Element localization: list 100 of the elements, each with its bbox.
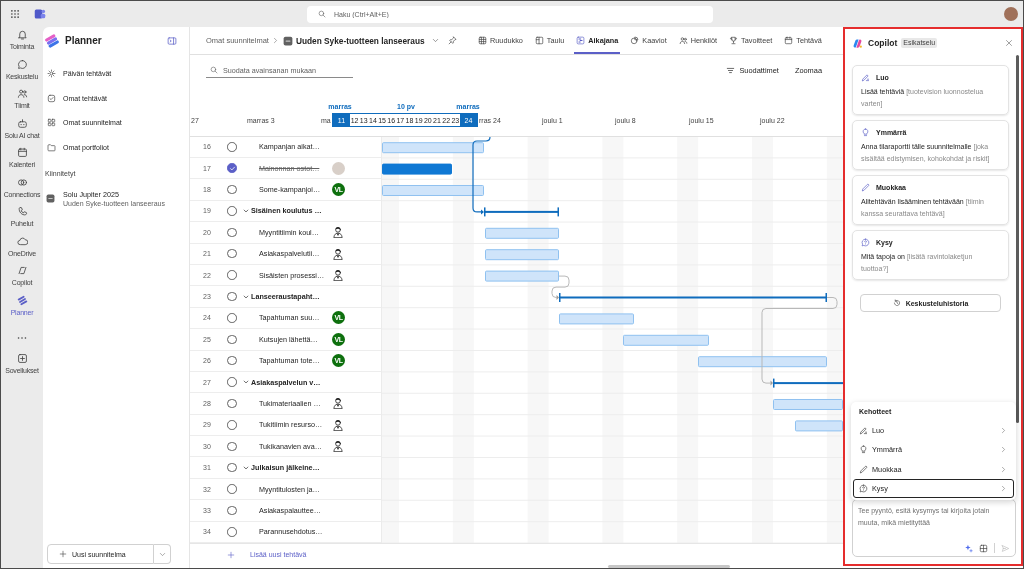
pin-icon[interactable]: [447, 36, 457, 45]
people-icon: [16, 88, 28, 99]
task-checkbox[interactable]: [227, 184, 237, 195]
task-checkbox[interactable]: [227, 163, 237, 173]
task-checkbox[interactable]: [227, 527, 237, 537]
scrollbar-thumb[interactable]: [1016, 55, 1019, 423]
plus-icon: [227, 550, 235, 559]
lightbulb-icon: [861, 127, 870, 137]
table-grid-icon: [478, 36, 487, 45]
check-square-icon: [47, 93, 56, 103]
app-title: Planner: [65, 35, 102, 46]
person-silhouette-icon: [332, 440, 344, 453]
app-logo-icon: [852, 37, 863, 49]
task-checkbox[interactable]: [227, 313, 237, 323]
bot-icon: [16, 117, 28, 129]
cloud-icon: [16, 235, 28, 247]
parallelogram-icon: [16, 265, 28, 276]
task-checkbox[interactable]: [227, 355, 237, 366]
linked-circles-icon: [16, 176, 28, 188]
task-checkbox[interactable]: [227, 334, 237, 345]
calendar-icon: [16, 147, 28, 158]
chat-icon: [16, 58, 28, 70]
chevron-down-icon[interactable]: [243, 379, 249, 386]
chevron-down-icon[interactable]: [243, 293, 249, 300]
pen-lines-icon: [859, 426, 868, 436]
summary-bar[interactable]: [559, 292, 827, 302]
stacked-bars-icon: [16, 294, 28, 306]
person-silhouette-icon: [332, 247, 344, 260]
task-checkbox[interactable]: [227, 142, 237, 152]
phone-icon: [16, 206, 28, 217]
task-checkbox[interactable]: [227, 420, 237, 430]
grid-icon[interactable]: [979, 543, 988, 553]
chevron-right-icon: [1000, 485, 1007, 493]
chevron-down-icon[interactable]: [243, 207, 249, 214]
people-icon: [678, 36, 688, 45]
person-silhouette-icon: [332, 397, 344, 410]
sparkle-icon[interactable]: [964, 543, 973, 553]
task-checkbox[interactable]: [227, 227, 237, 238]
task-checkbox[interactable]: [227, 505, 237, 516]
search-icon: [318, 10, 326, 18]
task-checkbox[interactable]: [227, 484, 237, 494]
lightbulb-icon: [859, 445, 868, 455]
filter-icon: [726, 66, 736, 75]
question-chat-icon: [861, 237, 870, 247]
chevron-down-icon[interactable]: [243, 464, 249, 471]
chevron-right-icon: [271, 37, 279, 44]
calendar-icon: [784, 36, 794, 45]
task-checkbox[interactable]: [227, 377, 237, 387]
summary-bar[interactable]: [773, 378, 843, 388]
history-icon: [892, 299, 901, 307]
plan-icon: [282, 35, 293, 46]
close-button[interactable]: [1005, 39, 1013, 47]
summary-bar[interactable]: [484, 207, 559, 216]
pencil-icon: [859, 464, 868, 474]
question-chat-icon: [859, 484, 868, 494]
sun-icon: [47, 68, 56, 78]
dependency-connector: [551, 275, 570, 300]
task-bar[interactable]: [382, 163, 452, 175]
timeline-icon: [576, 36, 586, 45]
pencil-icon: [861, 182, 870, 192]
task-checkbox[interactable]: [227, 291, 237, 302]
app-launcher-icon[interactable]: [10, 9, 20, 19]
folder-icon: [47, 142, 56, 152]
apps-icon: [16, 353, 28, 364]
board-icon: [534, 36, 544, 45]
check-icon: [228, 164, 236, 172]
chevron-right-icon: [1000, 446, 1007, 454]
pie-chart-icon: [630, 36, 640, 45]
task-checkbox[interactable]: [227, 441, 237, 451]
trophy-icon: [729, 36, 739, 45]
person-silhouette-icon: [332, 226, 344, 239]
plus-icon: [59, 550, 67, 558]
task-bar[interactable]: [382, 141, 484, 153]
chevron-down-icon[interactable]: [431, 37, 439, 44]
task-checkbox[interactable]: [227, 249, 237, 259]
scrollbar-thumb[interactable]: [608, 565, 730, 568]
user-avatar[interactable]: [1004, 7, 1018, 21]
search-icon: [210, 66, 218, 74]
app-logo-icon: [34, 8, 46, 20]
four-squares-icon: [47, 118, 56, 128]
pen-lines-icon: [861, 72, 870, 82]
task-checkbox[interactable]: [227, 270, 237, 280]
user-avatar: [332, 161, 345, 175]
app-logo-icon: [45, 33, 59, 48]
task-bar[interactable]: [773, 398, 843, 410]
task-checkbox[interactable]: [227, 398, 237, 409]
chevron-down-icon: [158, 550, 166, 558]
sidebar-toggle-icon[interactable]: [167, 35, 177, 46]
task-checkbox[interactable]: [227, 462, 237, 473]
panel-title: Copilot: [868, 38, 898, 48]
plan-title: Uuden Syke-tuotteen lanseeraus: [295, 35, 425, 46]
bell-icon: [16, 29, 28, 40]
chevron-right-icon: [1000, 427, 1007, 435]
chevron-right-icon: [1000, 465, 1007, 473]
plan-icon: [46, 194, 55, 204]
close-icon: [1005, 39, 1013, 47]
task-bar[interactable]: [382, 184, 484, 196]
task-checkbox[interactable]: [227, 206, 237, 216]
person-silhouette-icon: [332, 418, 344, 431]
person-silhouette-icon: [332, 269, 344, 282]
